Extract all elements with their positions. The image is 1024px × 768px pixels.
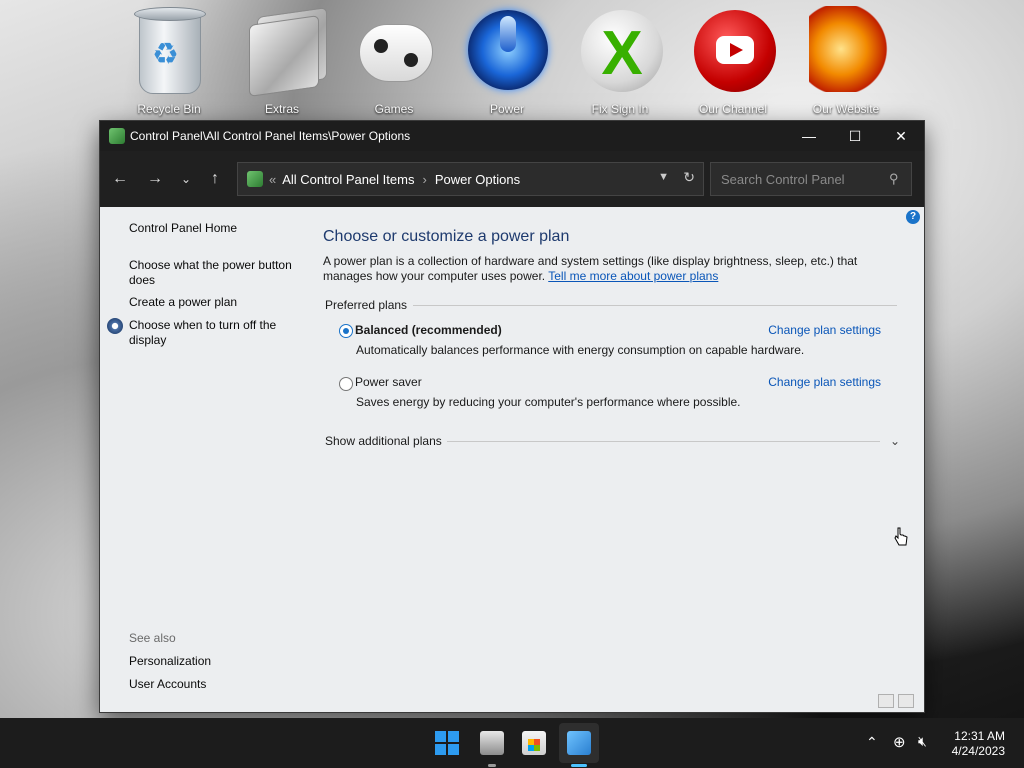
power-icon: [468, 10, 548, 90]
breadcrumb-all-items[interactable]: All Control Panel Items: [282, 172, 414, 187]
page-description: A power plan is a collection of hardware…: [323, 254, 907, 284]
turn-off-display-link[interactable]: Choose when to turn off the display: [129, 318, 299, 348]
clock[interactable]: 12:31 AM 4/24/2023: [952, 729, 1005, 759]
desktop-icon-fix-sign-in[interactable]: X Fix Sign In: [570, 6, 670, 116]
search-icon[interactable]: ⚲: [889, 171, 899, 187]
refresh-icon[interactable]: ↻: [683, 169, 695, 186]
breadcrumb-overflow[interactable]: «: [269, 172, 276, 187]
desktop-icon-power[interactable]: Power: [457, 6, 557, 116]
search-input[interactable]: [719, 170, 883, 188]
breadcrumb-separator: ›: [422, 171, 427, 187]
preferred-plans-heading: Preferred plans: [325, 298, 408, 312]
shield-icon: [107, 318, 123, 334]
maximize-button[interactable]: ☐: [832, 121, 878, 151]
show-additional-plans-toggle[interactable]: Show additional plans: [325, 434, 442, 448]
windows-start-icon[interactable]: [435, 731, 459, 755]
desktop-icon-label: Power: [489, 102, 524, 116]
navigation-bar: ← → ⌄ ↑ « All Control Panel Items › Powe…: [100, 151, 924, 207]
taskbar: ⌃ ⊕ 🔇︎ 12:31 AM 4/24/2023: [0, 718, 1024, 768]
create-power-plan-link[interactable]: Create a power plan: [129, 295, 299, 310]
xbox-icon: X: [581, 10, 663, 92]
running-indicator: [488, 764, 496, 767]
desktop-icon-recycle-bin[interactable]: ♻ Recycle Bin: [119, 6, 219, 116]
desktop-icon-our-channel[interactable]: Our Channel: [683, 6, 783, 116]
gamepad-icon: [359, 24, 433, 82]
page-title: Choose or customize a power plan: [323, 228, 570, 245]
recycle-bin-icon: ♻: [134, 7, 206, 94]
main-pane: Choose or customize a power plan A power…: [323, 207, 924, 712]
power-button-link[interactable]: Choose what the power button does: [129, 258, 299, 288]
folder-icon: [249, 15, 319, 97]
divider: [447, 441, 880, 442]
divider: [413, 305, 897, 306]
close-button[interactable]: ✕: [878, 121, 924, 151]
large-icons-view-icon[interactable]: [898, 694, 914, 708]
address-bar[interactable]: « All Control Panel Items › Power Option…: [237, 162, 704, 196]
control-panel-icon: [247, 171, 263, 187]
power-options-window: Control Panel\All Control Panel Items\Po…: [100, 121, 924, 712]
desktop-icon-extras[interactable]: Extras: [232, 6, 332, 116]
desktop-icon-label: Recycle Bin: [137, 102, 201, 116]
file-explorer-icon[interactable]: [480, 731, 504, 755]
window-title: Control Panel\All Control Panel Items\Po…: [130, 129, 411, 143]
date: 4/24/2023: [951, 744, 1005, 758]
chevron-up-icon[interactable]: ⌃: [866, 734, 878, 751]
desktop-icon-our-website[interactable]: Our Website: [796, 6, 896, 116]
hand-cursor-icon: [894, 527, 908, 546]
control-panel-icon: [109, 128, 125, 144]
time: 12:31 AM: [954, 729, 1005, 743]
back-button[interactable]: ←: [108, 167, 132, 191]
balanced-plan-radio[interactable]: [339, 324, 353, 338]
balanced-plan-name[interactable]: Balanced (recommended): [355, 323, 502, 337]
balanced-plan-description: Automatically balances performance with …: [356, 343, 805, 357]
learn-more-link[interactable]: Tell me more about power plans: [548, 269, 718, 283]
power-saver-plan-name[interactable]: Power saver: [355, 375, 422, 389]
power-saver-change-settings-link[interactable]: Change plan settings: [768, 375, 881, 389]
content-area: ? Control Panel Home Choose what the pow…: [100, 207, 924, 712]
breadcrumb-power-options[interactable]: Power Options: [435, 172, 520, 187]
search-box[interactable]: ⚲: [710, 162, 912, 196]
power-saver-plan-radio[interactable]: [339, 377, 353, 391]
globe-network-icon[interactable]: ⊕: [893, 733, 906, 751]
desktop-icon-label: Games: [374, 102, 414, 116]
phoenix-icon: [809, 6, 889, 92]
microsoft-store-icon[interactable]: [522, 731, 546, 755]
user-accounts-link[interactable]: User Accounts: [129, 677, 299, 692]
personalization-link[interactable]: Personalization: [129, 654, 299, 669]
control-panel-home-link[interactable]: Control Panel Home: [129, 221, 299, 236]
power-saver-plan-description: Saves energy by reducing your computer's…: [356, 395, 741, 409]
recent-locations-button[interactable]: ⌄: [174, 167, 198, 191]
chevron-down-icon[interactable]: ⌄: [890, 434, 900, 448]
address-dropdown-icon[interactable]: ▼: [658, 171, 669, 183]
desktop-icon-label: Our Channel: [698, 102, 768, 116]
desktop-icon-games[interactable]: Games: [344, 6, 444, 116]
see-also-heading: See also: [129, 631, 176, 645]
desktop-icon-label: Extras: [264, 102, 299, 116]
control-panel-icon[interactable]: [567, 731, 591, 755]
volume-muted-icon[interactable]: 🔇︎: [918, 733, 927, 750]
forward-button[interactable]: →: [143, 167, 167, 191]
balanced-change-settings-link[interactable]: Change plan settings: [768, 323, 881, 337]
desktop-icon-label: Our Website: [812, 102, 880, 116]
minimize-button[interactable]: —: [786, 121, 832, 151]
desktop-icon-label: Fix Sign In: [591, 102, 649, 116]
up-button[interactable]: ↑: [203, 167, 227, 191]
view-buttons: [878, 694, 914, 708]
left-pane: Control Panel Home Choose what the power…: [100, 207, 310, 712]
active-indicator: [571, 764, 587, 767]
youtube-icon: [694, 10, 776, 92]
details-view-icon[interactable]: [878, 694, 894, 708]
title-bar[interactable]: Control Panel\All Control Panel Items\Po…: [100, 121, 924, 151]
